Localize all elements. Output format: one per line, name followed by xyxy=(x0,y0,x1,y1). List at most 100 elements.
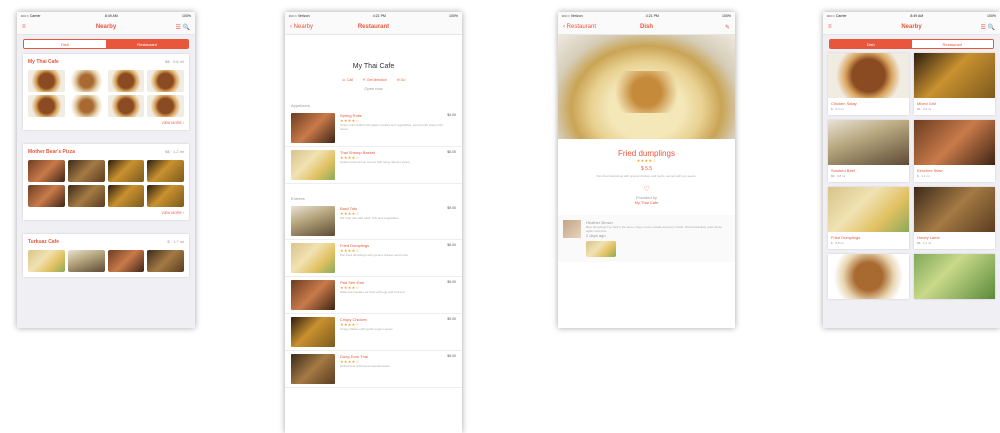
dish-tile[interactable]: Chicken Satay $ · 0.4 mi xyxy=(828,53,909,115)
dish-price: $4.00 xyxy=(447,113,456,117)
back-button[interactable]: ‹ Nearby xyxy=(290,24,313,30)
dish-grid: Chicken Satay $ · 0.4 mi Mixed Grill $$ · … xyxy=(823,53,1000,299)
dish-thumbnail[interactable] xyxy=(107,70,145,92)
segmented-control: Dish Restaurant xyxy=(829,39,994,49)
rating-stars: ★★★★☆ xyxy=(636,158,657,163)
dish-row[interactable]: Basil Tofu ★★★★☆ Stir fried tofu with basi… xyxy=(285,203,462,240)
dish-photo xyxy=(914,254,995,299)
dish-name: Mixed Grill xyxy=(917,101,936,106)
dish-thumbnail[interactable] xyxy=(147,185,184,207)
dish-thumbnail[interactable] xyxy=(147,70,184,92)
view-more-link[interactable]: VIEW MORE › xyxy=(28,121,184,125)
dish-description: Pan fried dumplings with ground chicken … xyxy=(596,174,697,178)
dish-photo xyxy=(914,120,995,165)
dish-description: Stir fried tofu with basil, chili and ve… xyxy=(340,216,400,220)
menu-icon[interactable]: ≡ xyxy=(828,24,832,30)
dish-description: Grilled beef with house special sauce. xyxy=(340,364,391,368)
dish-thumbnail[interactable] xyxy=(67,250,105,272)
dish-row[interactable]: Crispy Chicken ★★★★☆ Crispy chicken with g… xyxy=(285,314,462,351)
share-button[interactable]: ✉ Go xyxy=(397,78,406,82)
edit-icon[interactable]: ✎ xyxy=(725,24,730,31)
dish-name: Smoked Beef xyxy=(831,168,856,173)
restaurant-name: Mother Bear's Pizza xyxy=(28,149,76,155)
call-button[interactable]: ☏ Call xyxy=(342,78,353,82)
dish-thumbnail[interactable] xyxy=(28,95,65,117)
battery-text: 100% xyxy=(182,14,191,18)
dish-price: $9.00 xyxy=(447,354,456,358)
dish-thumbnail[interactable] xyxy=(28,70,65,92)
dish-row[interactable]: Dong Dum Thai ★★★★☆ Grilled beef with hous… xyxy=(285,351,462,388)
restaurant-card[interactable]: Turkuaz Cafe $ · 1.7 mi xyxy=(23,234,189,277)
dish-price: $6.00 xyxy=(447,243,456,247)
restaurant-card[interactable]: Mother Bear's Pizza $$ · 1.2 mi VIEW MORE… xyxy=(23,144,189,220)
dish-row[interactable]: Fried Dumplings ★★★★☆ Pan fried dumplings … xyxy=(285,240,462,277)
carrier-text: •••○○ Carrier xyxy=(21,14,41,18)
segment-restaurant[interactable]: Restaurant xyxy=(106,40,188,48)
dish-tile[interactable] xyxy=(828,254,909,299)
time-text: 4:21 PM xyxy=(645,14,659,18)
dish-thumbnail[interactable] xyxy=(107,95,145,117)
dish-photo xyxy=(291,243,335,273)
dish-thumbnail[interactable] xyxy=(107,160,145,182)
dish-thumbnail[interactable] xyxy=(147,160,184,182)
dish-row[interactable]: Spring Rolls ★★★★☆ Crispy rolls stuffed wi… xyxy=(285,110,462,147)
dish-name: Honey Lamb xyxy=(917,235,940,240)
dish-tile[interactable]: Mixed Grill $$ · 0.6 mi xyxy=(914,53,995,115)
restaurant-meta: $$ · 1.2 mi xyxy=(165,149,184,154)
dish-thumbnail[interactable] xyxy=(28,160,65,182)
restaurant-card[interactable]: My Thai Cafe $$ · 0.8 mi VIEW MORE › xyxy=(23,54,189,130)
dish-photo xyxy=(828,187,909,232)
carrier-text: •••○○ Verizon xyxy=(562,14,583,18)
dish-meta: $ · 0.8 mi xyxy=(831,241,844,245)
dish-thumbnail[interactable] xyxy=(67,160,105,182)
dish-tile[interactable] xyxy=(914,254,995,299)
menu-icon[interactable]: ≡ xyxy=(22,24,26,30)
carrier-text: •••○○ Verizon xyxy=(289,14,310,18)
dish-thumbnails xyxy=(28,70,184,117)
dish-photo xyxy=(291,354,335,384)
nav-bar: ≡ Nearby ☰ 🔍 xyxy=(17,20,195,35)
dish-thumbnail[interactable] xyxy=(107,185,145,207)
dish-row[interactable]: Thai Shrimp Basket ★★★★☆ Golden fried shri… xyxy=(285,147,462,184)
back-button[interactable]: ‹ Restaurant xyxy=(563,24,596,30)
dish-thumbnail[interactable] xyxy=(28,250,65,272)
dish-tile[interactable]: Smoked Beef $$ · 0.8 mi xyxy=(828,120,909,182)
filter-search-icons[interactable]: ☰ 🔍 xyxy=(980,24,995,31)
status-bar: •••○○ Verizon 4:21 PM 100% xyxy=(285,12,462,20)
dish-thumbnail[interactable] xyxy=(147,95,184,117)
restaurant-title: My Thai Cafe xyxy=(352,63,395,70)
dish-row[interactable]: Pad See Ewe ★★★★☆ Wide rice noodles stir f… xyxy=(285,277,462,314)
dish-name: Chicken Satay xyxy=(831,101,857,106)
phone-restaurant-detail: •••○○ Verizon 4:21 PM 100% ‹ Nearby Rest… xyxy=(285,12,462,433)
battery-text: 100% xyxy=(987,14,996,18)
dish-photo xyxy=(914,53,995,98)
segment-dish[interactable]: Dish xyxy=(830,40,912,48)
dish-price: $9.00 xyxy=(447,206,456,210)
dish-thumbnail[interactable] xyxy=(107,250,145,272)
review-photo[interactable] xyxy=(586,241,616,257)
dish-thumbnail[interactable] xyxy=(67,70,105,92)
segment-dish[interactable]: Dish xyxy=(24,40,106,48)
dish-photo xyxy=(828,254,909,299)
restaurant-meta: $ · 1.7 mi xyxy=(167,239,184,244)
filter-search-icons[interactable]: ☰ 🔍 xyxy=(175,24,190,31)
dish-tile[interactable]: Honey Lamb $$ · 1.2 mi xyxy=(914,187,995,249)
like-icon[interactable]: ♡ xyxy=(558,185,735,193)
dish-thumbnail[interactable] xyxy=(67,185,105,207)
time-text: 4:21 PM xyxy=(372,14,386,18)
segment-restaurant[interactable]: Restaurant xyxy=(911,40,993,48)
dish-tile[interactable]: Fried Dumplings $ · 0.8 mi xyxy=(828,187,909,249)
view-more-link[interactable]: VIEW MORE › xyxy=(28,211,184,215)
dish-thumbnail[interactable] xyxy=(147,250,184,272)
dish-photo xyxy=(291,280,335,310)
dish-description: Crispy chicken with garlic pepper sauce. xyxy=(340,327,394,331)
dish-description: Wide rice noodles stir fried with egg an… xyxy=(340,290,406,294)
dish-name: Kimchee Stew xyxy=(917,168,943,173)
directions-button[interactable]: ⇱ Get direction xyxy=(363,78,387,82)
dish-photo xyxy=(291,150,335,180)
dish-tile[interactable]: Kimchee Stew $ · 1.1 mi xyxy=(914,120,995,182)
dish-thumbnail[interactable] xyxy=(67,95,105,117)
restaurant-link[interactable]: My Thai Cafe xyxy=(558,200,735,205)
dish-thumbnail[interactable] xyxy=(28,185,65,207)
page-title: Nearby xyxy=(95,24,117,30)
